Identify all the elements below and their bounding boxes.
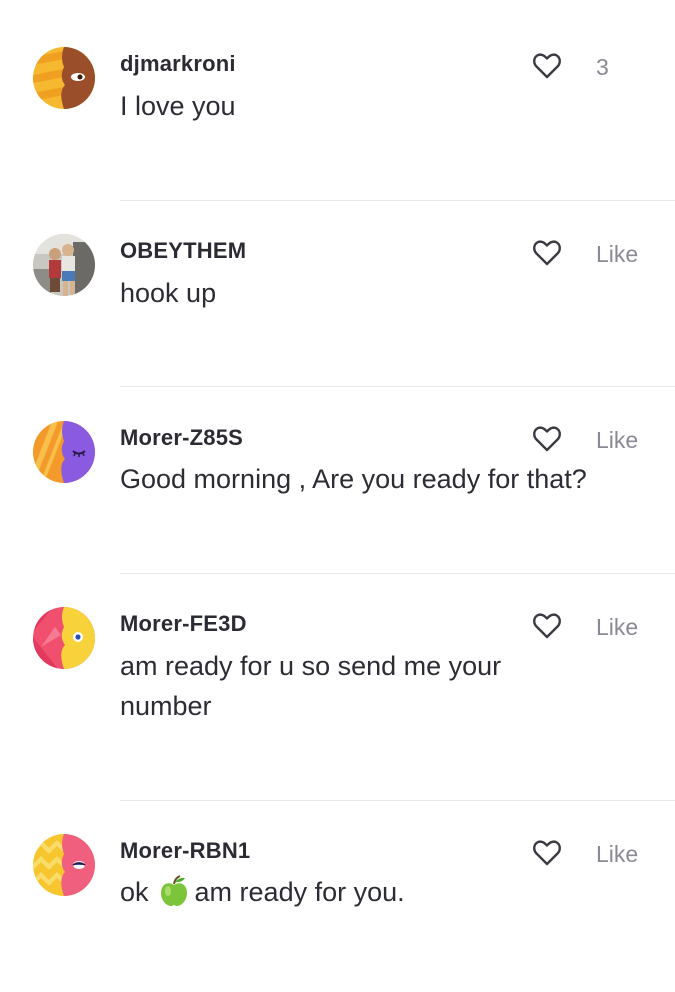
avatar[interactable] — [33, 834, 95, 896]
comment-username[interactable]: Morer-RBN1 — [120, 838, 250, 864]
heart-icon[interactable] — [532, 612, 562, 640]
heart-icon[interactable] — [532, 839, 562, 867]
divider — [120, 800, 675, 801]
green-apple-icon — [160, 875, 187, 906]
comment-text: Good morning , Are you ready for that? — [120, 464, 587, 494]
comment-username[interactable]: djmarkroni — [120, 51, 236, 77]
heart-icon[interactable] — [532, 239, 562, 267]
like-button[interactable]: Like — [596, 614, 638, 641]
comment-text: am ready for u so send me your number — [120, 651, 502, 721]
comment-text: hook up — [120, 278, 217, 308]
comment-username[interactable]: OBEYTHEM — [120, 238, 246, 264]
comment-text-part: ok — [120, 877, 149, 907]
avatar[interactable] — [33, 47, 95, 109]
divider — [120, 573, 675, 574]
comment-username[interactable]: Morer-FE3D — [120, 611, 247, 637]
heart-icon[interactable] — [532, 425, 562, 453]
like-button[interactable]: Like — [596, 841, 638, 868]
comment-text: I love you — [120, 91, 236, 121]
divider — [120, 200, 675, 201]
comment-text-part: am ready for you. — [194, 877, 405, 907]
comment-text: ok am ready for you. — [120, 872, 650, 912]
comment-username[interactable]: Morer-Z85S — [120, 425, 243, 451]
like-count[interactable]: 3 — [596, 54, 609, 81]
divider — [120, 386, 675, 387]
avatar[interactable] — [33, 234, 95, 296]
avatar[interactable] — [33, 421, 95, 483]
like-button[interactable]: Like — [596, 241, 638, 268]
heart-icon[interactable] — [532, 52, 562, 80]
avatar[interactable] — [33, 607, 95, 669]
like-button[interactable]: Like — [596, 427, 638, 454]
